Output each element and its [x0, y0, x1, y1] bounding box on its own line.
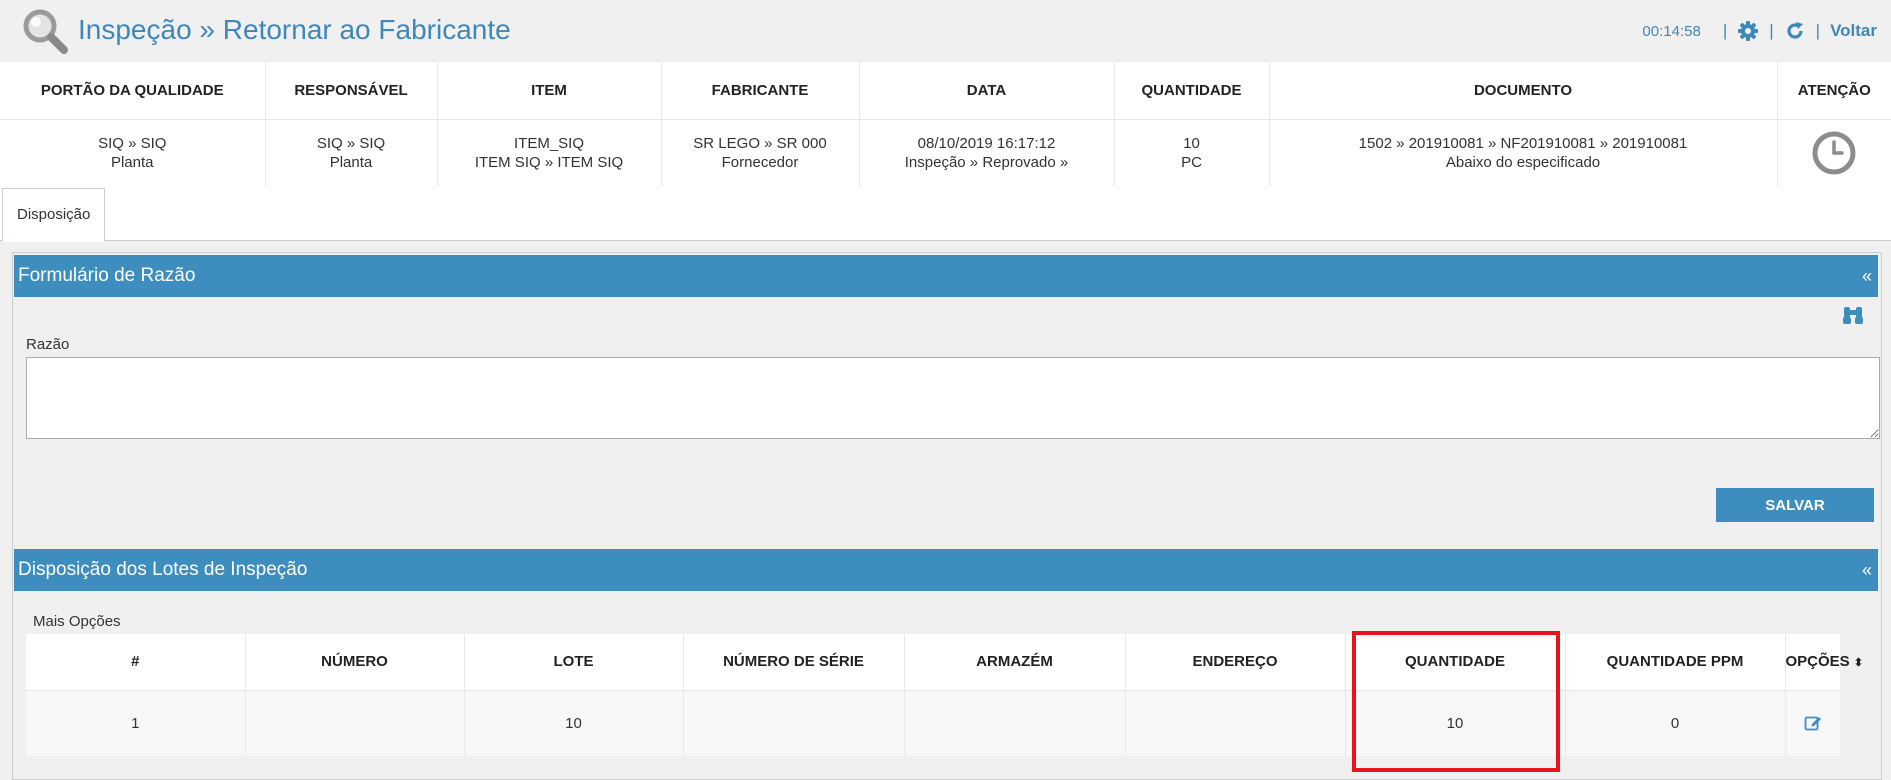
refresh-button[interactable]	[1784, 20, 1806, 42]
cell-number	[244, 690, 464, 756]
cell-lot-quantity: 10	[1344, 690, 1565, 756]
cell-quantity: 10 PC	[1113, 119, 1269, 186]
cell-line: 1502 » 201910081 » NF201910081 » 2019100…	[1358, 134, 1688, 152]
col-responsible: RESPONSÁVEL	[264, 62, 437, 120]
cell-responsible: SIQ » SIQ Planta	[264, 119, 437, 186]
table-row: 1 10 10 0	[26, 690, 1840, 756]
cell-line: SR LEGO » SR 000	[693, 134, 827, 152]
col-item: ITEM	[436, 62, 661, 120]
col-lot: LOTE	[463, 634, 683, 691]
binoculars-icon[interactable]	[1842, 305, 1864, 325]
cell-line: Planta	[329, 153, 373, 171]
cell-serial-number	[682, 690, 904, 756]
gear-icon	[1738, 21, 1759, 41]
cell-warehouse	[903, 690, 1125, 756]
summary-table: PORTÃO DA QUALIDADE RESPONSÁVEL ITEM FAB…	[0, 62, 1891, 186]
cell-lot: 10	[463, 690, 683, 756]
cell-line: SIQ » SIQ	[98, 134, 167, 152]
collapse-reason-button[interactable]: «	[1862, 255, 1872, 297]
col-manufacturer: FABRICANTE	[660, 62, 859, 120]
summary-header-row: PORTÃO DA QUALIDADE RESPONSÁVEL ITEM FAB…	[0, 62, 1891, 120]
lots-table: # NÚMERO LOTE NÚMERO DE SÉRIE ARMAZÉM EN…	[26, 634, 1863, 756]
separator: |	[1722, 21, 1728, 40]
separator: |	[1769, 21, 1774, 40]
sort-icon[interactable]: ⬍	[1854, 657, 1863, 669]
cell-line: 08/10/2019 16:17:12	[917, 134, 1056, 152]
reason-input[interactable]	[26, 357, 1880, 439]
cell-line: Inspeção » Reprovado »	[904, 153, 1069, 171]
cell-line: Planta	[110, 153, 154, 171]
col-warehouse: ARMAZÉM	[903, 634, 1125, 691]
cell-line: ITEM SIQ » ITEM SIQ	[474, 153, 624, 171]
cell-attention	[1776, 119, 1891, 186]
col-serial-number: NÚMERO DE SÉRIE	[682, 634, 904, 691]
cell-line: PC	[1181, 153, 1202, 171]
col-options[interactable]: OPÇÕES ⬍	[1784, 634, 1863, 691]
edit-icon[interactable]	[1804, 714, 1822, 732]
tab-disposition[interactable]: Disposição	[2, 188, 106, 242]
cell-line: 10	[1183, 134, 1200, 152]
back-link[interactable]: Voltar	[1830, 21, 1877, 41]
cell-line: Abaixo do especificado	[1445, 153, 1601, 171]
cell-line: Fornecedor	[721, 153, 799, 171]
col-index: #	[26, 634, 245, 691]
cell-date: 08/10/2019 16:17:12 Inspeção » Reprovado …	[858, 119, 1114, 186]
lots-header-row: # NÚMERO LOTE NÚMERO DE SÉRIE ARMAZÉM EN…	[26, 634, 1863, 691]
col-options-label: OPÇÕES	[1785, 653, 1850, 671]
page-title: Inspeção » Retornar ao Fabricante	[78, 14, 511, 45]
refresh-icon	[1787, 22, 1803, 39]
col-quantity-ppm: QUANTIDADE PPM	[1564, 634, 1785, 691]
save-button[interactable]: SALVAR	[1716, 488, 1874, 522]
cell-index: 1	[26, 690, 245, 756]
summary-row: SIQ » SIQ Planta SIQ » SIQ Planta ITEM_SIQ…	[0, 119, 1891, 186]
col-lot-quantity: QUANTIDADE	[1344, 634, 1565, 691]
collapse-lots-button[interactable]: «	[1862, 549, 1872, 591]
reason-panel-header: Formulário de Razão «	[14, 255, 1878, 297]
tab-bar: Disposição	[0, 186, 1891, 242]
cell-line: ITEM_SIQ	[513, 134, 584, 152]
cell-manufacturer: SR LEGO » SR 000 Fornecedor	[660, 119, 859, 186]
col-address: ENDEREÇO	[1124, 634, 1345, 691]
clock-icon	[1812, 131, 1856, 175]
col-attention: ATENÇÃO	[1776, 62, 1891, 120]
cell-document: 1502 » 201910081 » NF201910081 » 2019100…	[1268, 119, 1777, 186]
cell-item: ITEM_SIQ ITEM SIQ » ITEM SIQ	[436, 119, 661, 186]
cell-address	[1124, 690, 1345, 756]
cell-quality-gate: SIQ » SIQ Planta	[0, 119, 265, 186]
header-actions: 00:14:58 | | | Voltar	[1642, 18, 1877, 44]
magnifier-icon	[23, 9, 68, 54]
more-options-link[interactable]: Mais Opções	[33, 613, 121, 630]
col-date: DATA	[858, 62, 1114, 120]
session-timer: 00:14:58	[1642, 22, 1701, 40]
col-quality-gate: PORTÃO DA QUALIDADE	[0, 62, 265, 120]
reason-label: Razão	[26, 336, 70, 353]
col-quantity: QUANTIDADE	[1113, 62, 1269, 120]
separator: |	[1815, 21, 1821, 40]
cell-options	[1784, 690, 1840, 756]
settings-button[interactable]	[1737, 20, 1759, 42]
top-bar: Inspeção » Retornar ao Fabricante 00:14:…	[0, 0, 1891, 62]
col-document: DOCUMENTO	[1268, 62, 1777, 120]
lots-panel-title: Disposição dos Lotes de Inspeção	[18, 559, 308, 580]
lots-panel-header: Disposição dos Lotes de Inspeção «	[14, 549, 1878, 591]
col-number: NÚMERO	[244, 634, 464, 691]
reason-panel-title: Formulário de Razão	[18, 265, 196, 286]
cell-quantity-ppm: 0	[1564, 690, 1785, 756]
cell-line: SIQ » SIQ	[316, 134, 386, 152]
